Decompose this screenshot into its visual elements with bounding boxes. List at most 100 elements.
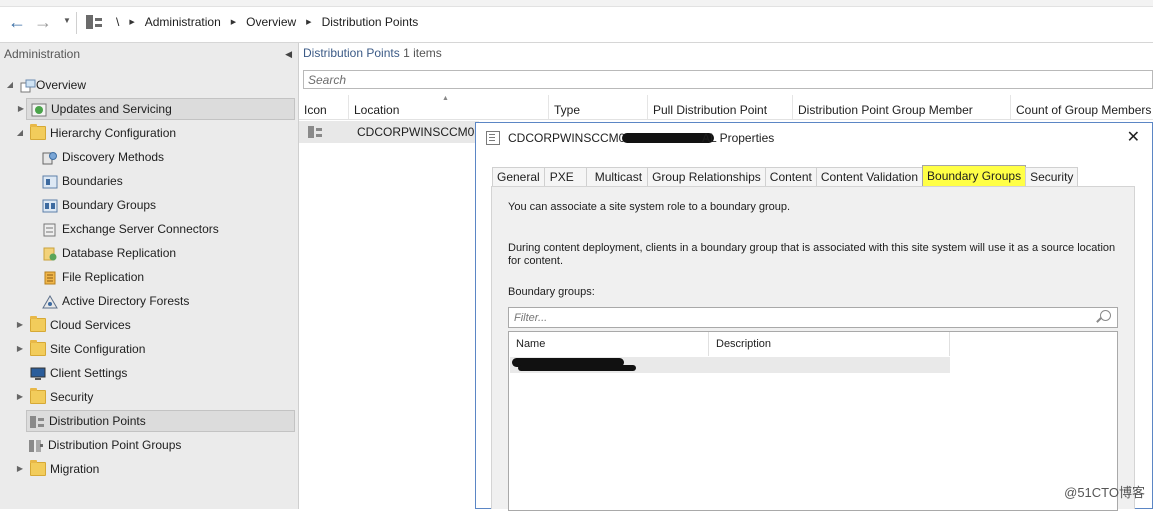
- tree-item-file-replication[interactable]: File Replication: [38, 266, 144, 288]
- folder-icon: [30, 388, 46, 404]
- boundary-groups-icon: [42, 198, 58, 213]
- column-header-count-of-group-members[interactable]: Count of Group Members: [1011, 95, 1153, 119]
- tree-item-label: Discovery Methods: [62, 150, 165, 164]
- column-header-dp-group-member[interactable]: Distribution Point Group Member: [793, 95, 1011, 119]
- results-title-name: Distribution Points: [303, 46, 400, 60]
- collapsed-arrow-icon[interactable]: ▶: [14, 386, 26, 408]
- tree-item-label: Cloud Services: [50, 318, 131, 332]
- results-grid-header: Icon Location Type Pull Distribution Poi…: [299, 95, 1153, 120]
- tree-item-security[interactable]: ▶ Security: [14, 386, 93, 408]
- tree-item-database-replication[interactable]: Database Replication: [38, 242, 176, 264]
- tree-item-updates-and-servicing[interactable]: ▶ Updates and Servicing: [18, 98, 295, 120]
- results-title: Distribution Points 1 items: [303, 46, 442, 60]
- overview-icon: [20, 78, 36, 93]
- tree-item-exchange-server-connectors[interactable]: Exchange Server Connectors: [38, 218, 219, 240]
- navigation-pane-header: Administration ◀: [0, 43, 298, 65]
- collapsed-arrow-icon[interactable]: ▶: [14, 458, 26, 480]
- filter-input[interactable]: Filter...: [508, 307, 1118, 328]
- search-input[interactable]: Search: [303, 70, 1153, 89]
- results-count: 1 items: [403, 46, 442, 60]
- breadcrumb-distribution-points[interactable]: Distribution Points: [316, 15, 425, 29]
- boundary-groups-list[interactable]: Name Description: [508, 331, 1118, 511]
- navigation-pane: Administration ◀ ◢ Overview ▶ Updates an…: [0, 43, 299, 509]
- console-tree-icon: [86, 15, 102, 29]
- breadcrumb: \ ▶ Administration ▶ Overview ▶ Distribu…: [86, 14, 424, 30]
- expanded-arrow-icon[interactable]: ◢: [4, 74, 16, 96]
- breadcrumb-overview[interactable]: Overview: [240, 15, 302, 29]
- forward-arrow-icon[interactable]: →: [33, 12, 53, 32]
- folder-icon: [30, 340, 46, 356]
- boundary-groups-label: Boundary groups:: [508, 286, 595, 298]
- tree-item-label: Boundaries: [62, 174, 123, 188]
- tab-content-validation[interactable]: Content Validation: [815, 167, 924, 187]
- list-item[interactable]: [510, 357, 950, 373]
- table-row[interactable]: CDCORPWINSCCM01.: [299, 121, 484, 146]
- breadcrumb-chevron-icon[interactable]: ▶: [302, 18, 315, 26]
- collapsed-arrow-icon[interactable]: ▶: [15, 98, 27, 120]
- column-header-pull-distribution-point[interactable]: Pull Distribution Point: [648, 95, 793, 119]
- breadcrumb-administration[interactable]: Administration: [139, 15, 227, 29]
- tree-item-overview[interactable]: ◢ Overview: [4, 74, 86, 96]
- tree-item-label: Client Settings: [50, 366, 128, 380]
- search-icon[interactable]: [1100, 310, 1111, 321]
- intro-text: You can associate a site system role to …: [508, 201, 791, 213]
- column-header-icon[interactable]: Icon: [299, 95, 349, 119]
- nav-separator: [76, 12, 77, 34]
- ad-forest-icon: [42, 294, 58, 309]
- tab-general[interactable]: General: [492, 167, 545, 187]
- history-dropdown-icon[interactable]: ▼: [63, 16, 71, 25]
- tree-item-label: Boundary Groups: [62, 198, 157, 212]
- tree-item-site-configuration[interactable]: ▶ Site Configuration: [14, 338, 145, 360]
- back-arrow-icon[interactable]: ←: [7, 12, 27, 32]
- collapsed-arrow-icon[interactable]: ▶: [14, 314, 26, 336]
- tab-security[interactable]: Security: [1025, 167, 1079, 187]
- workspace-title: Administration: [4, 47, 81, 61]
- collapsed-arrow-icon[interactable]: ▶: [14, 338, 26, 360]
- tree-item-label: Overview: [36, 78, 87, 92]
- tree-item-label: Exchange Server Connectors: [62, 222, 219, 236]
- row-location: CDCORPWINSCCM01.: [357, 125, 485, 139]
- client-settings-icon: [30, 366, 46, 380]
- exchange-icon: [42, 222, 58, 237]
- close-icon[interactable]: ✕: [1127, 127, 1140, 147]
- tree-item-label: Site Configuration: [50, 342, 146, 356]
- tree-item-label: Security: [50, 390, 94, 404]
- tree-item-cloud-services[interactable]: ▶ Cloud Services: [14, 314, 131, 336]
- tree-item-client-settings[interactable]: Client Settings: [26, 362, 127, 384]
- tree-item-active-directory-forests[interactable]: Active Directory Forests: [38, 290, 189, 312]
- column-header-location[interactable]: Location: [349, 95, 549, 119]
- breadcrumb-chevron-icon[interactable]: ▶: [227, 18, 240, 26]
- column-header-description[interactable]: Description: [709, 332, 950, 356]
- tree-item-label: Hierarchy Configuration: [50, 126, 177, 140]
- column-header-name[interactable]: Name: [509, 332, 709, 356]
- tab-boundary-groups[interactable]: Boundary Groups: [922, 165, 1027, 187]
- breadcrumb-chevron-icon[interactable]: ▶: [125, 18, 138, 26]
- tab-content[interactable]: Content: [764, 167, 817, 187]
- distribution-point-icon: [307, 124, 323, 146]
- filter-placeholder: Filter...: [514, 312, 548, 324]
- detail-text: During content deployment, clients in a …: [508, 242, 1116, 267]
- redaction-mark: [622, 133, 715, 143]
- tree-item-distribution-point-groups[interactable]: Distribution Point Groups: [26, 434, 181, 456]
- tab-group-relationships[interactable]: Group Relationships: [647, 167, 766, 187]
- boundaries-icon: [42, 174, 58, 189]
- tree-item-distribution-points[interactable]: Distribution Points: [26, 410, 295, 432]
- tree-item-label: File Replication: [62, 270, 145, 284]
- column-header-type[interactable]: Type: [549, 95, 648, 119]
- tree-item-boundaries[interactable]: Boundaries: [38, 170, 123, 192]
- tree-item-hierarchy-configuration[interactable]: ◢ Hierarchy Configuration: [14, 122, 176, 144]
- tree-item-boundary-groups[interactable]: Boundary Groups: [38, 194, 156, 216]
- tree-item-discovery-methods[interactable]: Discovery Methods: [38, 146, 164, 168]
- tab-pxe[interactable]: PXE: [543, 167, 587, 187]
- tab-multicast[interactable]: Multicast: [585, 167, 649, 187]
- collapse-pane-icon[interactable]: ◀: [285, 43, 292, 65]
- expanded-arrow-icon[interactable]: ◢: [14, 122, 26, 144]
- dp-groups-icon: [28, 438, 44, 452]
- breadcrumb-root[interactable]: \: [110, 15, 125, 29]
- dialog-title-server: CDCORPWINSCCM01: [508, 131, 633, 145]
- tree-item-label: Distribution Point Groups: [48, 438, 182, 452]
- dialog-title-suffix: AL Properties: [702, 131, 775, 145]
- distribution-point-icon: [29, 414, 45, 428]
- tree-item-migration[interactable]: ▶ Migration: [14, 458, 99, 480]
- file-replication-icon: [42, 270, 58, 285]
